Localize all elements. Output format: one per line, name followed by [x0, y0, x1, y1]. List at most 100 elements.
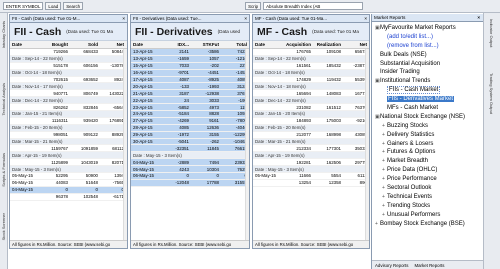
left-tab-3[interactable]: Stock Screener — [1, 213, 6, 240]
table-row[interactable]: 23-Apr-15 -5852 4973 119 — [131, 104, 249, 112]
table-row[interactable]: 96378 102548 -6171 — [10, 194, 127, 201]
tree-item[interactable]: + Buzzing Stocks — [372, 122, 483, 131]
tree-item[interactable]: + Market Breadth — [372, 157, 483, 166]
group-row[interactable]: Date : Feb-15 - 20 Item(s) — [10, 124, 127, 132]
tree-item[interactable]: FIIs - Derivatives Market — [372, 95, 483, 104]
tree-item[interactable]: Substantial Acquisition — [372, 60, 483, 69]
group-row[interactable]: Date : Nov-14 - 17 Item(s) — [10, 83, 127, 91]
group-row[interactable]: Date : Dec-14 - 22 Item(s) — [253, 97, 369, 105]
table-row[interactable]: 27-Apr-15 -4269 9161 -7809 — [131, 117, 249, 125]
table-row[interactable]: 13-Apr-15 2141 -3586 7422 — [131, 49, 249, 56]
column-header[interactable]: Net — [100, 42, 126, 47]
column-header[interactable]: Sold — [70, 42, 100, 47]
left-tab-2[interactable]: Scripts & Formulas — [1, 153, 6, 187]
market-reports-tab[interactable]: Market Reports — [414, 263, 444, 268]
tree-item[interactable]: Bulk Deals (NSE) — [372, 51, 483, 60]
table-row[interactable]: 998051 909122 88929 — [10, 132, 127, 139]
group-row[interactable]: Date : Apr-15 - 19 Item(s) — [253, 152, 369, 160]
column-header[interactable]: Date — [253, 42, 283, 47]
scrip-dropdown[interactable]: Scrip — [245, 2, 262, 10]
table-row[interactable]: 940771 806749 143022 — [10, 90, 127, 98]
tree-item[interactable]: + Futures & Options — [372, 148, 483, 157]
table-row[interactable]: 13254 12358 896 — [253, 180, 369, 187]
table-row[interactable]: 161561 185432 -23871 — [253, 63, 369, 70]
table-row[interactable]: 21-Apr-15 3187 -12938 3767 — [131, 90, 249, 98]
table-row[interactable]: -32351 11845 76615 — [131, 145, 249, 153]
table-row[interactable]: 17-Apr-15 4087 -8925 4089 — [131, 76, 249, 84]
tree-item[interactable]: + Gainers & Losers — [372, 140, 483, 149]
scrollbar[interactable] — [123, 49, 127, 240]
table-row[interactable]: 231082 161512 76370 — [253, 104, 369, 112]
table-row[interactable]: 192281 162506 29775 — [253, 159, 369, 167]
table-row[interactable]: 212334 177301 35033 — [253, 145, 369, 153]
tree-item[interactable]: ▣Institutional Trends — [372, 77, 483, 86]
tree-item[interactable]: + Trending Stocks — [372, 202, 483, 211]
table-row[interactable]: 24-Apr-15 -5184 8828 1092 — [131, 111, 249, 118]
right-tab-1[interactable]: Trading System Output — [489, 73, 494, 114]
group-row[interactable]: Date : Sep-14 - 22 Item(s) — [253, 55, 369, 63]
table-row[interactable]: 16-Apr-15 -9701 -4451 -1453 — [131, 69, 249, 77]
table-row[interactable]: 176765 109108 65674 — [253, 49, 369, 56]
left-tab-1[interactable]: Technical Analysis — [1, 83, 6, 115]
group-row[interactable]: Date : May-15 - 3 Item(s) — [10, 166, 127, 174]
table-row[interactable]: 1159767 1091859 68112 — [10, 145, 127, 153]
table-row[interactable]: 06-May-15 44083 51648 -7565 — [10, 180, 127, 187]
group-row[interactable]: Date : May-15 - 3 Item(s) — [131, 152, 249, 160]
tree-item[interactable]: Insider Trading — [372, 68, 483, 77]
column-header[interactable]: Bought — [40, 42, 70, 47]
table-row[interactable]: 212077 168998 43089 — [253, 132, 369, 139]
table-row[interactable]: 06-May-15000 — [131, 173, 249, 180]
scrollbar[interactable] — [365, 49, 369, 240]
table-row[interactable]: 30-Apr-15 -5041 -262 -10463 — [131, 138, 249, 146]
column-header[interactable]: Total — [221, 42, 249, 47]
table-row[interactable]: 184893 175003 -9210 — [253, 118, 369, 125]
table-row[interactable]: 515178 606156 -13078 — [10, 63, 127, 70]
table-row[interactable]: 826262 832846 -6564 — [10, 104, 127, 112]
table-row[interactable]: 05-May-15 11666 5554 6112 — [253, 173, 369, 180]
column-header[interactable]: STKFut — [191, 42, 221, 47]
tree-item[interactable]: (remove from list...) — [372, 42, 483, 51]
tree-item[interactable]: (add to/edit list...) — [372, 33, 483, 42]
search-button[interactable]: Search — [63, 2, 84, 10]
table-row[interactable]: 04-May-15000 — [10, 186, 127, 194]
tree-item[interactable]: + Unusual Performers — [372, 211, 483, 220]
group-row[interactable]: Date : Sep-14 - 22 Item(s) — [10, 55, 127, 63]
table-row[interactable]: 04-May-15 -2889 7494 23932 — [131, 159, 249, 167]
column-header[interactable]: Realization — [313, 42, 343, 47]
group-row[interactable]: Date : Mar-15 - 21 Item(s) — [253, 138, 369, 146]
tree-item[interactable]: + Technical Events — [372, 193, 483, 202]
tree-item[interactable]: FIIs - Cash Market — [372, 86, 483, 95]
load-button[interactable]: Load — [45, 2, 62, 10]
group-row[interactable]: Date : Jan-15 - 20 Item(s) — [253, 111, 369, 118]
group-row[interactable]: Date : Apr-15 - 19 Item(s) — [10, 152, 127, 160]
column-header[interactable]: Date — [10, 42, 40, 47]
table-row[interactable]: 22-Apr-15 24 3033 -199 — [131, 97, 249, 105]
table-row[interactable]: 1116311 939420 176891 — [10, 118, 127, 125]
group-row[interactable]: Date : Oct-14 - 18 Item(s) — [10, 69, 127, 77]
group-row[interactable]: Date : Feb-15 - 20 Item(s) — [253, 124, 369, 132]
tree-item[interactable]: + Price Performance — [372, 175, 483, 184]
group-row[interactable]: Date : Mar-15 - 21 Item(s) — [10, 138, 127, 146]
column-header[interactable]: IDX... — [161, 42, 191, 47]
table-row[interactable]: 702615 693652 8924 — [10, 77, 127, 84]
table-row[interactable]: 05-May-15 4243 10304 7625 — [131, 166, 249, 174]
group-row[interactable]: Date : Jan-15 - 21 Item(s) — [10, 111, 127, 118]
indicator-dropdown[interactable]: Absolute Breadth Index (AB — [263, 2, 364, 10]
tree-item[interactable]: + Price Data (OHLC) — [372, 166, 483, 175]
table-row[interactable]: 13-Apr-15 -1659 1057 -1216 — [131, 55, 249, 63]
advisory-reports-tab[interactable]: Advisory Reports — [375, 263, 408, 268]
close-icon[interactable]: × — [244, 16, 247, 21]
panel-tab[interactable]: FII - Cash (Data used: Tue 01-M... × — [10, 15, 127, 23]
close-icon[interactable]: × — [122, 16, 125, 21]
column-header[interactable]: Date — [131, 42, 161, 47]
table-row[interactable]: 29-Apr-15 -1972 3155 -12299 — [131, 131, 249, 139]
close-icon[interactable]: × — [477, 15, 480, 20]
table-row[interactable]: 174829 119432 55397 — [253, 77, 369, 84]
panel-tab[interactable]: MF - Cash (Data used: Tue 01-Ma... × — [253, 15, 369, 23]
symbol-input[interactable]: ENTER SYMBOL — [3, 2, 44, 10]
group-row[interactable]: Date : Nov-14 - 18 Item(s) — [253, 83, 369, 91]
tree-item[interactable]: + Delivery Statistics — [372, 131, 483, 140]
tree-item[interactable]: ▣National Stock Exchange (NSE) — [372, 113, 483, 122]
scrollbar[interactable] — [245, 49, 249, 240]
column-header[interactable]: Acquisition — [283, 42, 313, 47]
